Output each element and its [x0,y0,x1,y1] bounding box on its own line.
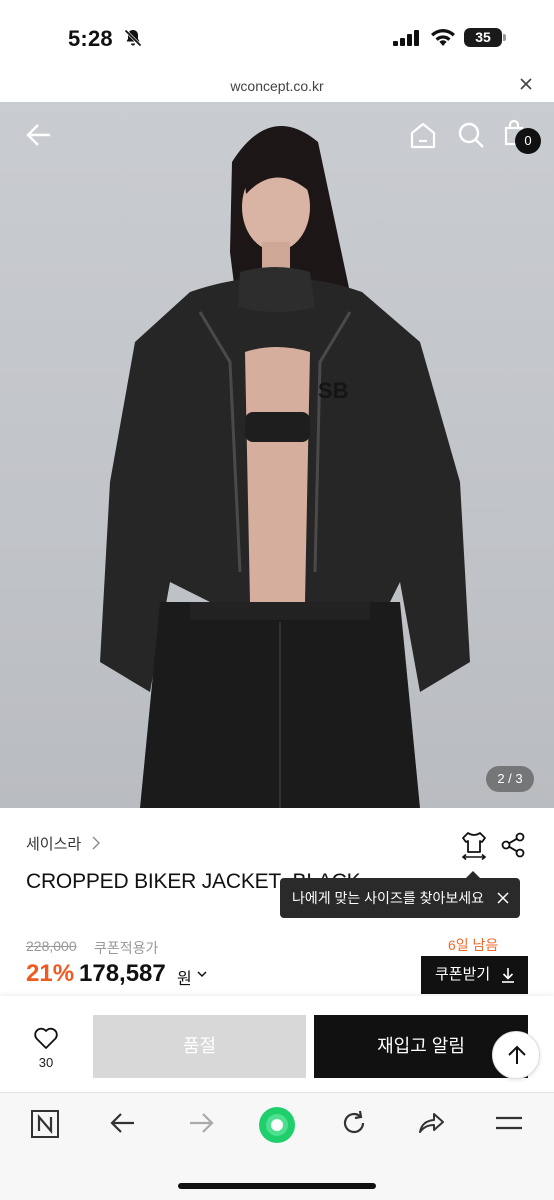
coupon-price-label: 쿠폰적용가 [94,940,159,956]
url-text[interactable]: wconcept.co.kr [0,78,554,94]
download-icon [502,968,514,983]
get-coupon-button[interactable]: 쿠폰받기 [421,956,528,994]
heart-icon[interactable] [33,1026,59,1050]
wifi-icon [431,29,455,46]
battery-indicator: 35 [464,28,506,47]
size-guide-tooltip[interactable]: 나에게 맞는 사이즈를 찾아보세요 [280,871,520,918]
discount-rate: 21% [26,960,75,987]
arrow-up-icon [508,1045,526,1064]
scroll-to-top-button[interactable] [492,1031,540,1079]
currency-label[interactable]: 원 [177,965,192,989]
chevron-down-icon[interactable] [196,968,208,980]
soldout-button: 품절 [93,1015,306,1078]
gallery-page-indicator: 2 / 3 [486,766,534,792]
share-arrow-icon[interactable] [416,1108,446,1138]
close-icon[interactable] [518,76,534,92]
share-icon[interactable] [500,831,526,859]
green-dot-icon[interactable] [258,1106,296,1144]
chevron-right-icon[interactable] [91,836,101,850]
menu-icon[interactable] [494,1108,524,1138]
days-left-badge: 6일 남음 [448,937,499,953]
status-time: 5:28 [68,26,113,51]
size-guide-shirt-icon[interactable] [460,830,488,860]
svg-text:SB: SB [318,378,349,403]
home-icon[interactable] [408,120,438,150]
forward-arrow-icon [190,1113,214,1133]
status-bar: 5:28 35 [0,0,554,72]
tooltip-text: 나에게 맞는 사이즈를 찾아보세요 [292,890,484,906]
search-icon[interactable] [456,120,486,150]
browser-url-bar[interactable]: wconcept.co.kr [0,72,554,102]
back-arrow-icon[interactable] [108,1108,138,1138]
get-coupon-label: 쿠폰받기 [435,966,491,983]
brand-name-link[interactable]: 세이스라 [26,833,81,854]
home-indicator [178,1183,376,1189]
refresh-icon[interactable] [339,1108,369,1138]
like-count: 30 [38,1055,54,1070]
product-photo: SB [100,126,470,808]
original-price: 228,000 [26,938,77,954]
sale-price: 178,587 [79,960,166,987]
back-arrow-icon[interactable] [24,120,54,150]
product-image-gallery[interactable]: SB [0,102,554,808]
cart-count-badge[interactable]: 0 [515,128,541,154]
naver-home-icon[interactable] [30,1109,60,1139]
close-icon[interactable] [496,891,510,905]
cellular-signal-icon [393,30,419,46]
bell-muted-icon [124,29,142,47]
